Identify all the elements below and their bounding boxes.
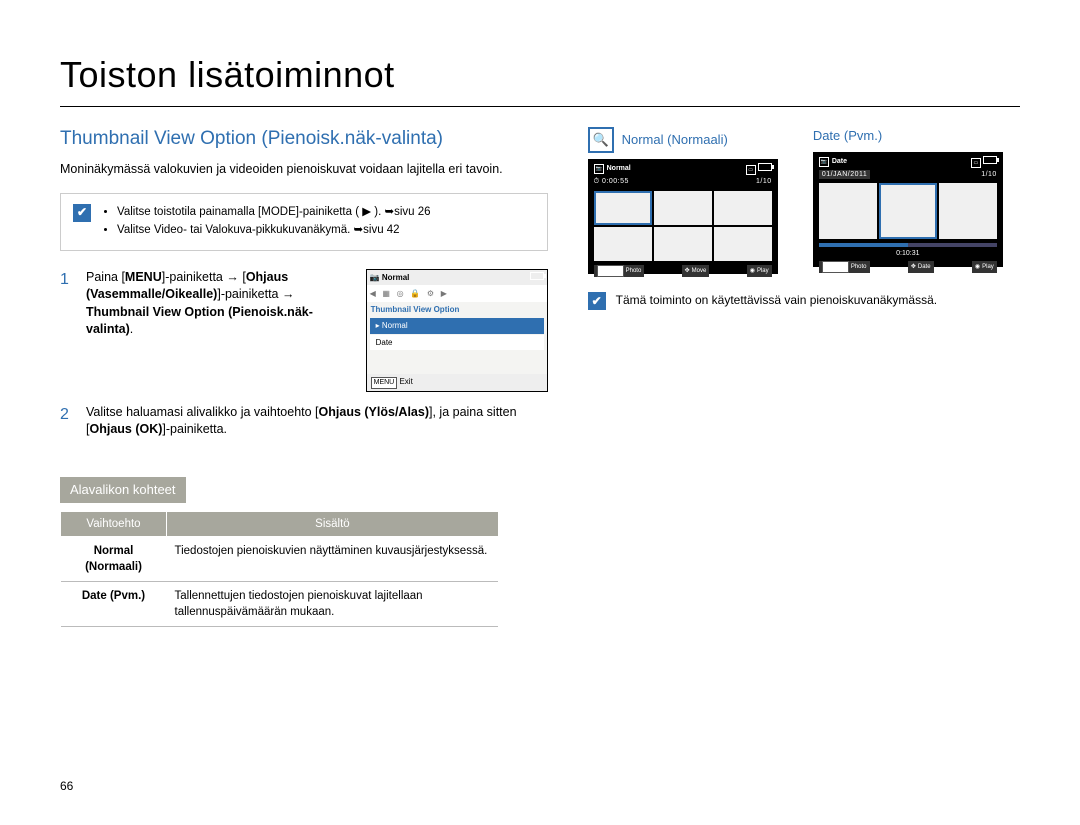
step-1: 1 Paina [MENU]-painiketta → [Ohjaus (Vas… [60, 269, 548, 392]
footer-zoom: ZOOM Photo [594, 265, 645, 277]
section-title: Toiston lisätoiminnot [60, 50, 1020, 107]
step-2: 2 Valitse haluamasi alivalikko ja vaihto… [60, 404, 548, 439]
thumbnail [714, 191, 772, 225]
thumbnail [654, 227, 712, 261]
table-row: Normal (Normaali) Tiedostojen pienoiskuv… [61, 536, 499, 581]
camera-icon: 📷 [819, 157, 829, 167]
intro-paragraph: Moninäkymässä valokuvien ja videoiden pi… [60, 161, 548, 179]
footer-play: ◉ Play [972, 261, 997, 273]
battery-icon [758, 163, 772, 171]
thumbnail-selected [594, 191, 652, 225]
thumbnail-grid [592, 189, 774, 263]
table-row: Date (Pvm.) Tallennettujen tiedostojen p… [61, 582, 499, 627]
footer-move: ✥ Move [682, 265, 710, 277]
date-banner: 01/JAN/2011 [819, 170, 870, 180]
table-header-option: Vaihtoehto [61, 511, 167, 536]
note-item: Valitse toistotila painamalla [MODE]-pai… [117, 204, 431, 220]
tip-row: ✔ Tämä toiminto on käytettävissä vain pi… [588, 292, 1020, 310]
time-counter: ⏱ 0:00:55 [594, 177, 629, 187]
menu-figure-title: Thumbnail View Option [367, 302, 547, 317]
thumbnail [939, 183, 997, 239]
thumbnail [714, 227, 772, 261]
menu-figure: 📷 Normal ◀ ▦ ◎ 🔒 ⚙ ▶ Thumbnail View Opti… [366, 269, 548, 392]
camera-icon: 📷 [370, 273, 380, 282]
table-cell-desc: Tiedostojen pienoiskuvien näyttäminen ku… [167, 536, 499, 581]
step-number: 1 [60, 269, 74, 291]
table-cell-desc: Tallennettujen tiedostojen pienoiskuvat … [167, 582, 499, 627]
menu-item-selected: ▸ Normal [370, 318, 544, 333]
card-icon: ▭ [971, 158, 981, 168]
footer-play: ◉ Play [747, 265, 772, 277]
tip-text: Tämä toiminto on käytettävissä vain pien… [616, 292, 938, 309]
thumbnail-selected [879, 183, 937, 239]
step-text: Paina [MENU]-painiketta → [Ohjaus (Vasem… [86, 269, 354, 339]
page-number: 66 [60, 778, 73, 795]
table-header-content: Sisältö [167, 511, 499, 536]
card-icon: ▭ [746, 165, 756, 175]
index-counter: 1/10 [981, 170, 997, 180]
menu-tabs: ◀ ▦ ◎ 🔒 ⚙ ▶ [367, 285, 547, 302]
mode-label-normal: Normal (Normaali) [622, 131, 762, 149]
lcd-screen-normal: 📷 Normal ▭ ⏱ 0:00:55 1/10 [588, 159, 778, 274]
table-cell-option: Date (Pvm.) [61, 582, 167, 627]
footer-date: ✥ Date [908, 261, 934, 273]
note-item: Valitse Video- tai Valokuva-pikkukuvanäk… [117, 222, 431, 238]
check-icon: ✔ [73, 204, 91, 222]
thumbnail [819, 183, 877, 239]
scrubber-bar [819, 243, 997, 247]
footer-zoom: ZOOM Photo [819, 261, 870, 273]
index-counter: 1/10 [756, 177, 772, 187]
thumbnail [594, 227, 652, 261]
subsection-title: Thumbnail View Option (Pienoisk.näk-vali… [60, 127, 548, 151]
check-icon: ✔ [588, 292, 606, 310]
note-box: ✔ Valitse toistotila painamalla [MODE]-p… [60, 193, 548, 251]
note-list: Valitse toistotila painamalla [MODE]-pai… [103, 204, 431, 240]
time-counter: 0:10:31 [817, 249, 999, 259]
step-number: 2 [60, 404, 74, 426]
table-cell-option: Normal (Normaali) [61, 536, 167, 581]
subhead-tag: Alavalikon kohteet [60, 477, 186, 503]
battery-icon [530, 272, 544, 280]
mode-label-date: Date (Pvm.) [813, 127, 953, 145]
lcd-screen-date: 📷 Date ▭ 01/JAN/2011 1/10 [813, 152, 1003, 267]
step-text: Valitse haluamasi alivalikko ja vaihtoeh… [86, 404, 548, 439]
menu-item: Date [370, 335, 544, 350]
zoom-icon: 🔍 [588, 127, 614, 153]
camera-icon: 📷 [594, 164, 604, 174]
options-table: Vaihtoehto Sisältö Normal (Normaali) Tie… [60, 511, 499, 627]
battery-icon [983, 156, 997, 164]
thumbnail [654, 191, 712, 225]
menu-footer: MENU Exit [367, 374, 547, 391]
